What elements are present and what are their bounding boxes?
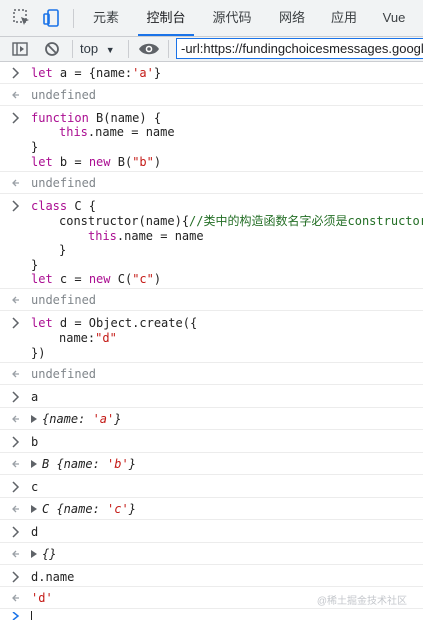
console-input-entry: let d = Object.create({ name:"d" }) (0, 311, 423, 363)
text-cursor (31, 611, 32, 620)
prompt-chevron-icon (12, 481, 20, 493)
code-line: b (31, 435, 39, 449)
result-value: undefined (31, 88, 97, 102)
console-result-entry: undefined (0, 172, 423, 194)
code-line: d (31, 525, 39, 539)
toolbar-separator (72, 40, 73, 58)
console-prompt[interactable] (0, 609, 423, 620)
tab-console[interactable]: 控制台 (138, 0, 194, 36)
code-comment: //类中的构造函数名字必须是constructor (189, 214, 423, 228)
console-result-entry: {} (0, 543, 423, 565)
console-input-entry: function B(name) { this.name = name } le… (0, 106, 423, 172)
console-result-entry: undefined (0, 289, 423, 311)
tab-network[interactable]: 网络 (270, 0, 314, 36)
code-line: let d = Object.create({ (31, 316, 198, 330)
tab-sources[interactable]: 源代码 (204, 0, 260, 36)
code-line: let a = {name:'a'} (31, 66, 162, 80)
console-toolbar: top ▼ -url:https://fundingchoicesmessage… (0, 37, 423, 62)
toolbar-separator (128, 40, 129, 58)
prompt-chevron-icon (12, 436, 20, 448)
object-preview[interactable]: B {name: 'b'} (42, 457, 136, 471)
code-line: this.name = name (59, 125, 175, 139)
sidebar-toggle-icon[interactable] (11, 40, 29, 58)
code-line: d.name (31, 570, 75, 584)
tab-elements[interactable]: 元素 (84, 0, 128, 36)
inspect-element-icon[interactable] (12, 8, 32, 28)
code-line: } (31, 258, 39, 272)
console-result-entry: B {name: 'b'} (0, 453, 423, 475)
object-preview[interactable]: {name: 'a'} (42, 412, 122, 426)
console-input-entry: a (0, 385, 423, 408)
object-preview[interactable]: {} (42, 547, 56, 561)
prompt-chevron-icon (12, 317, 20, 329)
result-arrow-icon (12, 370, 19, 378)
expand-triangle-icon[interactable] (31, 505, 37, 513)
tab-vue[interactable]: Vue (374, 0, 414, 36)
prompt-chevron-icon (12, 391, 20, 403)
console-input-entry: let a = {name:'a'} (0, 62, 423, 84)
code-line: c (31, 480, 39, 494)
prompt-chevron-icon (12, 571, 20, 583)
prompt-chevron-icon (12, 526, 20, 538)
result-arrow-icon (12, 505, 19, 513)
result-value: undefined (31, 367, 97, 381)
result-arrow-icon (12, 296, 19, 304)
result-arrow-icon (12, 179, 19, 187)
console-result-entry: C {name: 'c'} (0, 498, 423, 520)
tab-separator (73, 9, 74, 28)
code-line: } (59, 243, 67, 257)
console-input-entry: d (0, 520, 423, 543)
prompt-chevron-icon (12, 67, 20, 79)
prompt-chevron-icon (12, 612, 20, 620)
clear-console-icon[interactable] (43, 40, 61, 58)
object-preview[interactable]: C {name: 'c'} (42, 502, 136, 516)
code-line: a (31, 390, 39, 404)
result-value: undefined (31, 293, 97, 307)
code-line: let c = new C("c") (31, 272, 162, 286)
console-input-entry: class C { constructor(name){//类中的构造函数名字必… (0, 194, 423, 289)
result-arrow-icon (12, 415, 19, 423)
expand-triangle-icon[interactable] (31, 460, 37, 468)
result-arrow-icon (12, 91, 19, 99)
code-line: name:"d" (59, 331, 117, 345)
console-output: let a = {name:'a'} undefined function B(… (0, 62, 423, 620)
code-line: let b = new B("b") (31, 155, 162, 169)
device-toolbar-icon[interactable] (42, 8, 62, 28)
filter-input[interactable]: -url:https://fundingchoicesmessages.goog… (176, 38, 423, 59)
result-value: 'd' (31, 591, 53, 605)
devtools-tab-bar: 元素 控制台 源代码 网络 应用 Vue (0, 0, 423, 37)
context-selector[interactable]: top ▼ (80, 39, 115, 59)
console-result-entry: {name: 'a'} (0, 408, 423, 430)
expand-triangle-icon[interactable] (31, 550, 37, 558)
code-line: }) (31, 346, 46, 360)
result-arrow-icon (12, 594, 19, 602)
eye-icon[interactable] (138, 40, 160, 58)
code-line: constructor(name){//类中的构造函数名字必须是construc… (59, 214, 423, 228)
console-result-entry: undefined (0, 363, 423, 385)
result-value: undefined (31, 176, 97, 190)
code-line: function B(name) { (31, 111, 162, 125)
context-selector-label: top (80, 41, 99, 56)
result-arrow-icon (12, 550, 19, 558)
console-result-entry: undefined (0, 84, 423, 106)
chevron-down-icon: ▼ (105, 45, 115, 55)
code-line: } (31, 140, 39, 154)
watermark: @稀土掘金技术社区 (316, 596, 407, 607)
code-line: this.name = name (88, 229, 204, 243)
code-line: class C { (31, 199, 97, 213)
expand-triangle-icon[interactable] (31, 415, 37, 423)
console-input-entry: d.name (0, 565, 423, 587)
toolbar-separator (168, 40, 169, 58)
console-input-entry: b (0, 430, 423, 453)
tab-application[interactable]: 应用 (322, 0, 366, 36)
prompt-chevron-icon (12, 200, 20, 212)
result-arrow-icon (12, 460, 19, 468)
prompt-chevron-icon (12, 112, 20, 124)
console-input-entry: c (0, 475, 423, 498)
